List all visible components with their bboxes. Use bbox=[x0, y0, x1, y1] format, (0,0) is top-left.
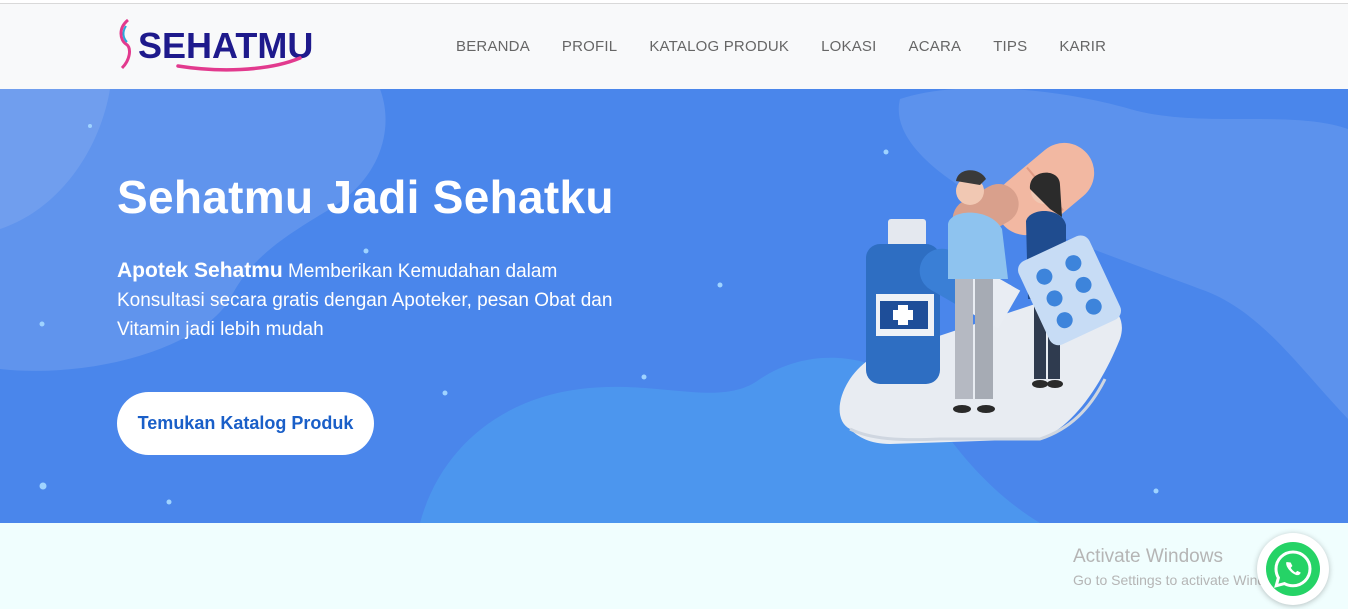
site-header: SEHATMU BERANDA PROFIL KATALOG PRODUK LO… bbox=[0, 4, 1348, 89]
hero-section: Sehatmu Jadi Sehatku Apotek Sehatmu Memb… bbox=[0, 89, 1348, 523]
find-catalog-button[interactable]: Temukan Katalog Produk bbox=[117, 392, 374, 455]
hero-description-brand: Apotek Sehatmu bbox=[117, 259, 283, 282]
sehatmu-logo-mark-icon bbox=[119, 18, 131, 70]
nav-acara[interactable]: ACARA bbox=[909, 38, 962, 55]
whatsapp-chat-button[interactable] bbox=[1257, 533, 1329, 605]
nav-tips[interactable]: TIPS bbox=[993, 38, 1027, 55]
nav-beranda[interactable]: BERANDA bbox=[456, 38, 530, 55]
pharmacy-illustration bbox=[839, 142, 1122, 444]
site-logo[interactable]: SEHATMU bbox=[116, 16, 313, 76]
nav-karir[interactable]: KARIR bbox=[1059, 38, 1106, 55]
hero-description: Apotek Sehatmu Memberikan Kemudahan dala… bbox=[117, 256, 617, 344]
nav-profil[interactable]: PROFIL bbox=[562, 38, 617, 55]
logo-swoosh bbox=[176, 56, 302, 72]
main-nav: BERANDA PROFIL KATALOG PRODUK LOKASI ACA… bbox=[456, 38, 1138, 55]
nav-lokasi[interactable]: LOKASI bbox=[821, 38, 876, 55]
nav-katalog-produk[interactable]: KATALOG PRODUK bbox=[649, 38, 789, 55]
hero-title: Sehatmu Jadi Sehatku bbox=[117, 171, 614, 223]
whatsapp-icon bbox=[1266, 542, 1320, 596]
